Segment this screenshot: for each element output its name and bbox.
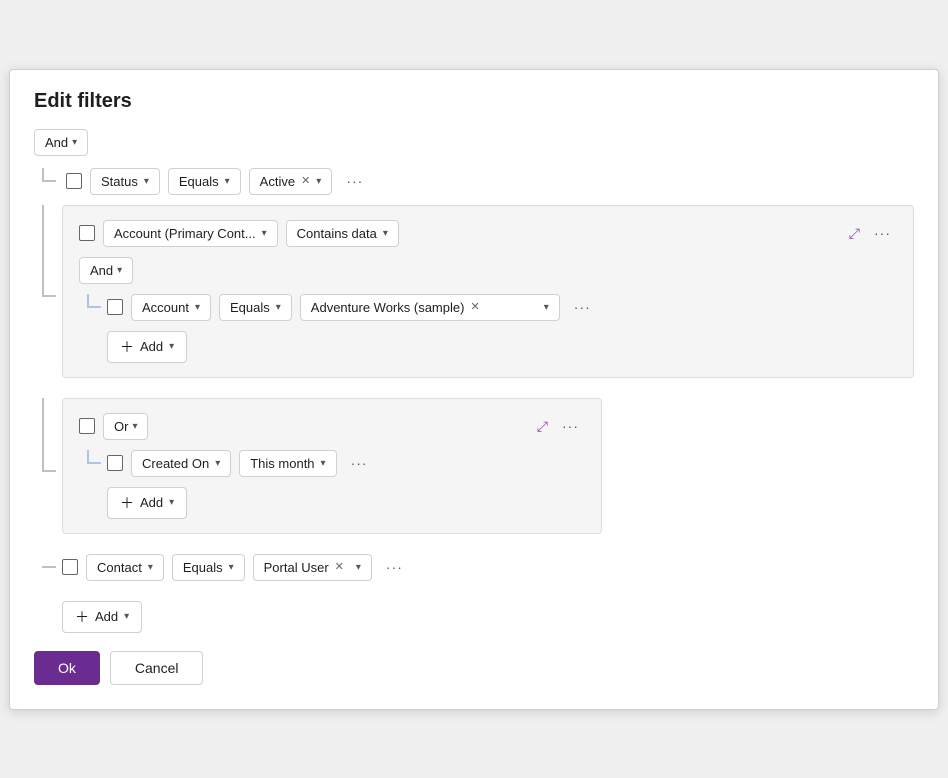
group2-more-button[interactable]: ··· — [556, 414, 585, 438]
contact-value-tag[interactable]: Portal User ✕ ▾ — [253, 554, 372, 581]
group1-inner-operator-dropdown[interactable]: Equals ▾ — [219, 294, 292, 321]
contact-value-close-icon[interactable]: ✕ — [335, 562, 344, 573]
group1-more-button[interactable]: ··· — [868, 221, 897, 245]
group1-inner-value-close-icon[interactable]: ✕ — [470, 302, 479, 313]
contact-operator-dropdown[interactable]: Equals ▾ — [172, 554, 245, 581]
status-row-more-button[interactable]: ··· — [340, 169, 369, 193]
group1-checkbox[interactable] — [79, 225, 95, 241]
group2-or-button[interactable]: Or ▾ — [103, 413, 148, 440]
group1-inner-value-tag[interactable]: Adventure Works (sample) ✕ ▾ — [300, 294, 560, 321]
dialog-footer: Ok Cancel — [34, 651, 914, 685]
group1-inner-more-button[interactable]: ··· — [568, 295, 597, 319]
group1-operator-dropdown[interactable]: Contains data ▾ — [286, 220, 399, 247]
contact-row-checkbox[interactable] — [62, 559, 78, 575]
contact-row-more-button[interactable]: ··· — [380, 555, 409, 579]
group2-checkbox[interactable] — [79, 418, 95, 434]
group2-inner-more-button[interactable]: ··· — [345, 451, 374, 475]
status-value-tag[interactable]: Active ✕ ▾ — [249, 168, 333, 195]
group2-inner-row: Created On ▾ This month ▾ ··· — [107, 450, 585, 477]
group1-header: Account (Primary Cont... ▾ Contains data… — [79, 220, 897, 247]
group1-add-icon: ＋ — [120, 337, 134, 357]
group2-box: Or ▾ ⤢ ··· Created On ▾ — [62, 398, 602, 534]
group1-inner-value-chevron-icon: ▾ — [544, 302, 549, 313]
group2-inner-operator-dropdown[interactable]: This month ▾ — [239, 450, 336, 477]
group1-inner-field-dropdown[interactable]: Account ▾ — [131, 294, 211, 321]
status-value-close-icon[interactable]: ✕ — [301, 176, 310, 187]
group1-add-button[interactable]: ＋ Add ▾ — [107, 331, 187, 363]
group2-inner-checkbox[interactable] — [107, 455, 123, 471]
group1-inner-row: Account ▾ Equals ▾ Adventure Works (samp… — [107, 294, 897, 321]
group2-section: Or ▾ ⤢ ··· Created On ▾ — [34, 398, 914, 544]
group2-add-icon: ＋ — [120, 493, 134, 513]
ok-button[interactable]: Ok — [34, 651, 100, 685]
filter-row-status: Status ▾ Equals ▾ Active ✕ ▾ ··· — [34, 168, 914, 195]
group2-collapse-icon[interactable]: ⤢ — [537, 418, 548, 435]
top-and-label: And — [45, 135, 68, 150]
group1-section: Account (Primary Cont... ▾ Contains data… — [34, 205, 914, 388]
group1-collapse-icon[interactable]: ⤢ — [849, 225, 860, 242]
contact-value-chevron-icon: ▾ — [356, 562, 361, 573]
top-and-button[interactable]: And ▾ — [34, 129, 88, 156]
dialog-title: Edit filters — [34, 90, 914, 113]
bottom-add-button[interactable]: ＋ Add ▾ — [62, 601, 142, 633]
cancel-button[interactable]: Cancel — [110, 651, 204, 685]
status-row-checkbox[interactable] — [66, 173, 82, 189]
group2-header: Or ▾ ⤢ ··· — [79, 413, 585, 440]
bottom-add-icon: ＋ — [75, 607, 89, 627]
edit-filters-dialog: Edit filters And ▾ Status ▾ Equals ▾ Act… — [9, 69, 939, 710]
group2-add-button[interactable]: ＋ Add ▾ — [107, 487, 187, 519]
group1-inner-checkbox[interactable] — [107, 299, 123, 315]
status-value-chevron-icon: ▾ — [316, 176, 321, 187]
status-operator-dropdown[interactable]: Equals ▾ — [168, 168, 241, 195]
group1-box: Account (Primary Cont... ▾ Contains data… — [62, 205, 914, 378]
group1-and-button[interactable]: And ▾ — [79, 257, 133, 284]
top-and-chevron: ▾ — [72, 137, 77, 148]
group2-inner-field-dropdown[interactable]: Created On ▾ — [131, 450, 231, 477]
group1-field-dropdown[interactable]: Account (Primary Cont... ▾ — [103, 220, 278, 247]
filter-row-contact: Contact ▾ Equals ▾ Portal User ✕ ▾ ··· — [34, 554, 914, 581]
contact-field-dropdown[interactable]: Contact ▾ — [86, 554, 164, 581]
status-field-dropdown[interactable]: Status ▾ — [90, 168, 160, 195]
